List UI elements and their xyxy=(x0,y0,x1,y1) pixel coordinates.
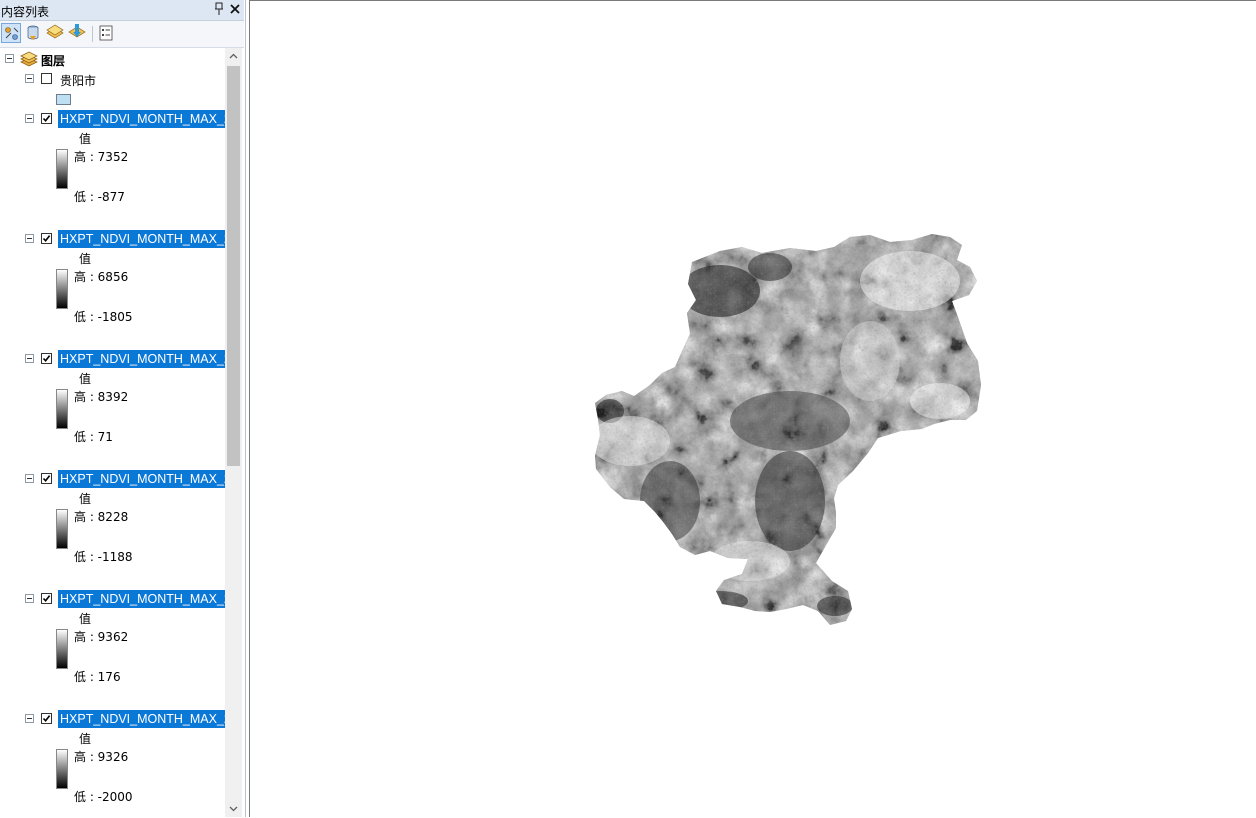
toolbar-separator xyxy=(92,26,93,42)
raster-field-label: 值 xyxy=(79,492,92,506)
raster-layer-name[interactable]: HXPT_NDVI_MONTH_MAX_2 xyxy=(58,350,225,368)
raster-field-label: 值 xyxy=(79,132,92,146)
city-layer-symbol xyxy=(56,94,71,105)
pin-icon[interactable] xyxy=(213,2,225,16)
raster-field-label: 值 xyxy=(79,732,92,746)
raster-layer-checkbox[interactable] xyxy=(41,593,52,604)
list-by-selection-icon[interactable] xyxy=(67,23,87,43)
layers-icon xyxy=(20,51,38,70)
options-icon[interactable] xyxy=(96,23,116,43)
raster-field-label: 值 xyxy=(79,372,92,386)
scroll-thumb[interactable] xyxy=(227,66,240,466)
raster-high-value: 高 : 9362 xyxy=(74,630,129,644)
raster-layer-expander[interactable] xyxy=(25,234,34,243)
raster-low-value: 低 : -1805 xyxy=(74,310,133,324)
root-expander[interactable] xyxy=(5,54,14,63)
scroll-down-icon[interactable] xyxy=(225,800,242,817)
root-label: 图层 xyxy=(41,54,66,68)
raster-color-ramp xyxy=(56,389,68,429)
raster-layer-name[interactable]: HXPT_NDVI_MONTH_MAX_2 xyxy=(58,470,225,488)
scroll-up-icon[interactable] xyxy=(225,48,242,65)
raster-layer-name[interactable]: HXPT_NDVI_MONTH_MAX_2 xyxy=(58,230,225,248)
list-by-source-icon[interactable] xyxy=(23,23,43,43)
city-layer-expander[interactable] xyxy=(25,74,34,83)
close-icon[interactable] xyxy=(229,1,241,17)
raster-layer-checkbox[interactable] xyxy=(41,713,52,724)
raster-layer-expander[interactable] xyxy=(25,354,34,363)
raster-color-ramp xyxy=(56,269,68,309)
toc-vertical-scrollbar[interactable] xyxy=(225,48,242,817)
ndvi-raster-image xyxy=(595,234,981,625)
raster-field-label: 值 xyxy=(79,612,92,626)
raster-layer-name[interactable]: HXPT_NDVI_MONTH_MAX_2 xyxy=(58,710,225,728)
raster-layer-expander[interactable] xyxy=(25,474,34,483)
raster-layer-checkbox[interactable] xyxy=(41,353,52,364)
panel-title-bar: 内容列表 xyxy=(0,0,244,21)
raster-field-label: 值 xyxy=(79,252,92,266)
raster-layer-expander[interactable] xyxy=(25,594,34,603)
raster-low-value: 低 : 71 xyxy=(74,430,113,444)
raster-high-value: 高 : 8392 xyxy=(74,390,129,404)
list-by-drawing-order-icon[interactable] xyxy=(1,23,21,43)
raster-low-value: 低 : 176 xyxy=(74,670,121,684)
raster-color-ramp xyxy=(56,629,68,669)
raster-low-value: 低 : -1188 xyxy=(74,550,133,564)
map-view[interactable] xyxy=(249,0,1256,817)
raster-layer-name[interactable]: HXPT_NDVI_MONTH_MAX_2 xyxy=(58,110,225,128)
raster-layer-checkbox[interactable] xyxy=(41,233,52,244)
table-of-contents-panel: 内容列表 图层 贵阳市 HXPT_NDVI_MONTH_MAX_2 值 高: … xyxy=(0,0,246,817)
raster-color-ramp xyxy=(56,509,68,549)
raster-layer-checkbox[interactable] xyxy=(41,473,52,484)
raster-layer-name[interactable]: HXPT_NDVI_MONTH_MAX_2 xyxy=(58,590,225,608)
raster-color-ramp xyxy=(56,749,68,789)
raster-layer-checkbox[interactable] xyxy=(41,113,52,124)
raster-layer-expander[interactable] xyxy=(25,114,34,123)
city-layer-label[interactable]: 贵阳市 xyxy=(60,72,96,89)
raster-high-value: 高 : 6856 xyxy=(74,270,129,284)
raster-high-value: 高 : 9326 xyxy=(74,750,129,764)
raster-layer-expander[interactable] xyxy=(25,714,34,723)
list-by-visibility-icon[interactable] xyxy=(45,23,65,43)
raster-low-value: 低 : -877 xyxy=(74,190,125,204)
raster-high-value: 高 : 7352 xyxy=(74,150,129,164)
raster-high-value: 高 : 8228 xyxy=(74,510,129,524)
panel-title: 内容列表 xyxy=(1,5,50,19)
toc-toolbar xyxy=(0,21,244,48)
city-layer-checkbox[interactable] xyxy=(41,73,52,84)
raster-low-value: 低 : -2000 xyxy=(74,790,133,804)
raster-color-ramp xyxy=(56,149,68,189)
